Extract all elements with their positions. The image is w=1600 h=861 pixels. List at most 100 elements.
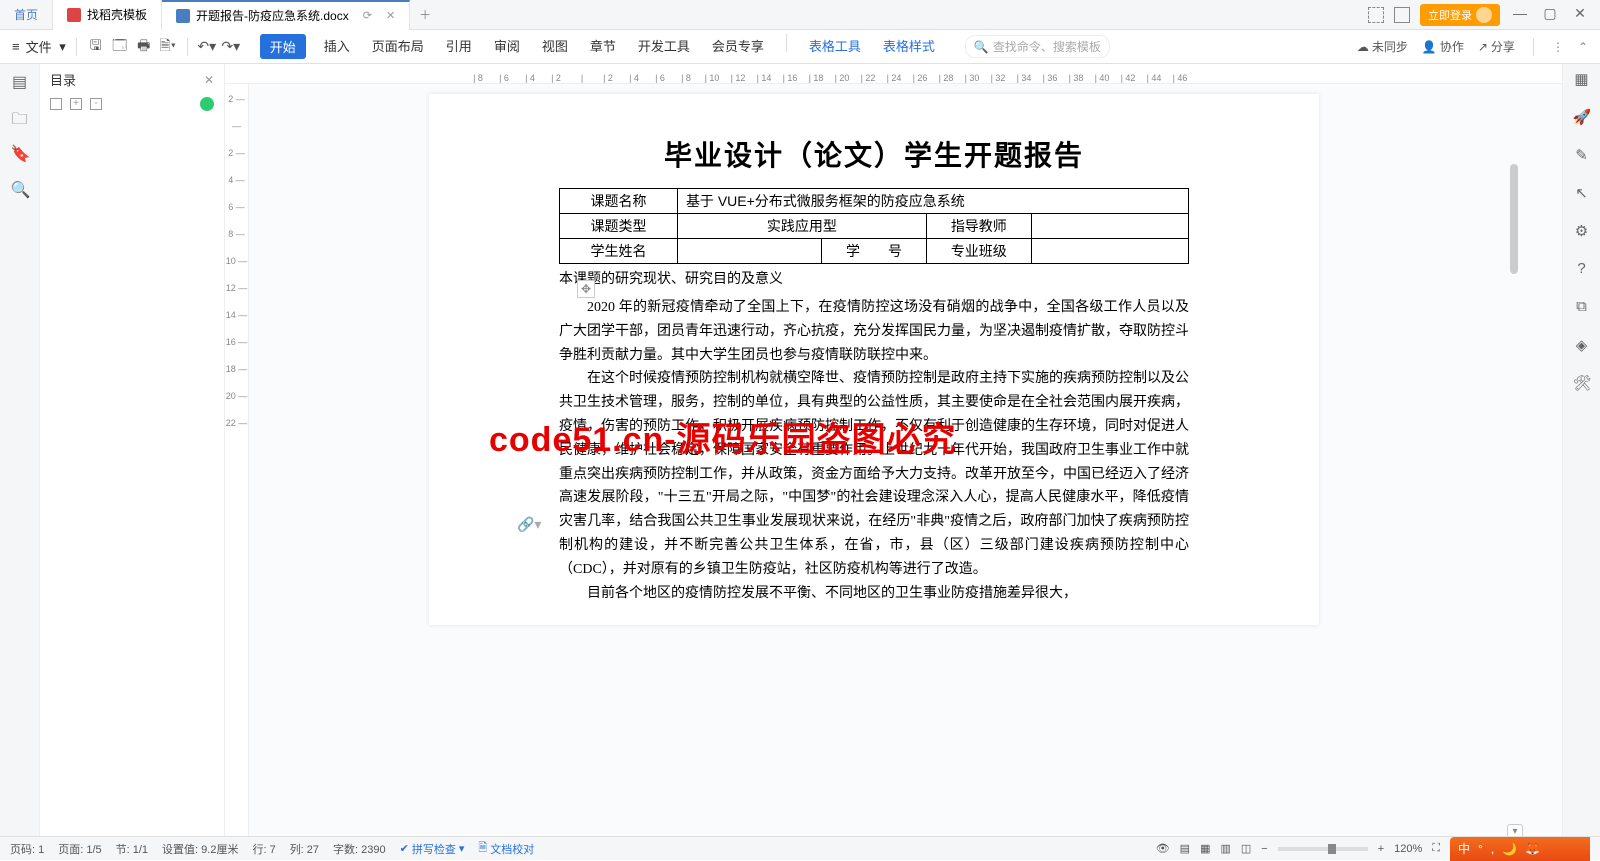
rocket-icon[interactable]: 🚀 bbox=[1573, 108, 1591, 126]
status-page-no[interactable]: 页码: 1 bbox=[10, 841, 44, 857]
cursor-icon[interactable]: ↖ bbox=[1573, 184, 1591, 202]
menu-devtools[interactable]: 开发工具 bbox=[634, 34, 694, 59]
doc-title: 毕业设计（论文）学生开题报告 bbox=[559, 134, 1189, 174]
close-icon[interactable]: ✕ bbox=[386, 9, 395, 22]
cell[interactable]: 实践应用型 bbox=[677, 214, 926, 239]
status-proofread[interactable]: 🗎 文档校对 bbox=[478, 839, 534, 858]
ime-toolbar[interactable]: 中 °, 🌙 🦊 bbox=[1450, 837, 1590, 861]
scroll-down-icon[interactable]: ▾ bbox=[1507, 824, 1523, 836]
ime-moon-icon: 🌙 bbox=[1502, 842, 1517, 856]
cell[interactable]: 学生姓名 bbox=[560, 239, 678, 264]
horizontal-ruler[interactable]: | 8| 6| 4| 2| | 2| 4| 6| 8| 10| 12| 14| … bbox=[225, 64, 1562, 84]
status-row[interactable]: 行: 7 bbox=[252, 841, 275, 857]
close-window-icon[interactable]: ✕ bbox=[1570, 5, 1590, 25]
tool-icon[interactable]: 🛠 bbox=[1573, 374, 1591, 392]
cell[interactable]: 基于 VUE+分布式微服务框架的防疫应急系统 bbox=[677, 189, 1188, 214]
view-mode-read-icon[interactable]: ▤ bbox=[1180, 842, 1190, 855]
maximize-icon[interactable]: ▢ bbox=[1540, 5, 1560, 25]
zoom-out-icon[interactable]: − bbox=[1261, 843, 1267, 855]
cell[interactable] bbox=[1031, 214, 1188, 239]
cell[interactable]: 指导教师 bbox=[926, 214, 1031, 239]
tab-active-document[interactable]: 开题报告-防疫应急系统.docx ⟳ ✕ bbox=[162, 0, 410, 30]
settings-icon[interactable]: ⚙ bbox=[1573, 222, 1591, 240]
view-mode-web-icon[interactable]: ▦ bbox=[1200, 842, 1210, 855]
template-icon[interactable]: ⧉ bbox=[1573, 298, 1591, 316]
search-icon: 🔍 bbox=[974, 40, 989, 54]
fullscreen-icon[interactable]: ⛶ bbox=[1432, 842, 1440, 855]
zoom-in-icon[interactable]: + bbox=[1378, 843, 1384, 855]
status-col[interactable]: 列: 27 bbox=[290, 841, 319, 857]
status-page[interactable]: 页面: 1/5 bbox=[58, 841, 101, 857]
file-menu[interactable]: 文件 ▾ bbox=[26, 37, 66, 56]
search-panel-icon[interactable]: 🔍 bbox=[11, 180, 29, 198]
status-spellcheck[interactable]: ✔ 拼写检查 ▾ bbox=[400, 841, 465, 857]
menu-table-style[interactable]: 表格样式 bbox=[879, 34, 939, 59]
toolbox-icon[interactable]: ▦ bbox=[1573, 70, 1591, 88]
redo-icon[interactable]: ↷▾ bbox=[222, 38, 240, 56]
command-search[interactable]: 🔍 查找命令、搜索模板 bbox=[965, 35, 1110, 58]
vertical-ruler[interactable]: 2 — —2 —4 —6 —8 —10 —12 —14 —16 —18 —20 … bbox=[225, 84, 249, 836]
status-position[interactable]: 设置值: 9.2厘米 bbox=[162, 841, 238, 857]
view-mode-outline-icon[interactable]: ▥ bbox=[1220, 842, 1230, 855]
outline-panel-icon[interactable]: ▤ bbox=[11, 72, 29, 90]
collaborate[interactable]: 👤协作 bbox=[1422, 38, 1464, 55]
undo-icon[interactable]: ↶▾ bbox=[198, 38, 216, 56]
outline-settings-icon[interactable] bbox=[200, 97, 214, 111]
close-outline-icon[interactable]: ✕ bbox=[204, 73, 214, 87]
cell[interactable]: 学 号 bbox=[822, 239, 927, 264]
zoom-slider[interactable] bbox=[1278, 847, 1368, 851]
status-words[interactable]: 字数: 2390 bbox=[333, 841, 386, 857]
share[interactable]: ↗分享 bbox=[1478, 38, 1515, 55]
save-icon[interactable]: 🖫 bbox=[87, 38, 105, 56]
outline-expand-icon[interactable]: + bbox=[70, 98, 82, 110]
ime-punct-icon: ° bbox=[1478, 842, 1483, 856]
attachment-icon[interactable]: 🔗▾ bbox=[517, 516, 541, 533]
zoom-value[interactable]: 120% bbox=[1394, 843, 1422, 855]
tab-template-store[interactable]: 找稻壳模板 bbox=[53, 0, 162, 30]
menu-vip[interactable]: 会员专享 bbox=[708, 34, 768, 59]
menu-references[interactable]: 引用 bbox=[442, 34, 476, 59]
folder-icon[interactable]: 🗀 bbox=[11, 108, 29, 126]
hamburger-icon[interactable]: ≡ bbox=[12, 39, 20, 54]
layout-icon[interactable] bbox=[1368, 7, 1384, 23]
menu-start[interactable]: 开始 bbox=[260, 34, 306, 59]
menu-section[interactable]: 章节 bbox=[586, 34, 620, 59]
view-mode-eye-icon[interactable]: 👁 bbox=[1156, 842, 1170, 855]
minimize-icon[interactable]: — bbox=[1510, 5, 1530, 25]
apps-icon[interactable] bbox=[1394, 7, 1410, 23]
menu-page-layout[interactable]: 页面布局 bbox=[368, 34, 428, 59]
more-menu-icon[interactable]: ⋮ bbox=[1552, 40, 1564, 54]
edit-icon[interactable]: ✎ bbox=[1573, 146, 1591, 164]
cell[interactable]: 课题类型 bbox=[560, 214, 678, 239]
cell[interactable]: 专业班级 bbox=[926, 239, 1031, 264]
cell[interactable] bbox=[1031, 239, 1188, 264]
menu-view[interactable]: 视图 bbox=[538, 34, 572, 59]
tab-add[interactable]: ＋ bbox=[410, 0, 440, 30]
status-section[interactable]: 节: 1/1 bbox=[116, 841, 148, 857]
help-icon[interactable]: ? bbox=[1573, 260, 1591, 278]
vertical-scrollbar[interactable]: ▾ bbox=[1510, 164, 1520, 836]
menu-review[interactable]: 审阅 bbox=[490, 34, 524, 59]
view-mode-print-icon[interactable]: ◫ bbox=[1241, 842, 1251, 855]
bookmark-icon[interactable]: 🔖 bbox=[11, 144, 29, 162]
meta-table[interactable]: 课题名称 基于 VUE+分布式微服务框架的防疫应急系统 课题类型 实践应用型 指… bbox=[559, 188, 1189, 264]
outline-collapse-icon[interactable]: - bbox=[90, 98, 102, 110]
outline-checkbox[interactable] bbox=[50, 98, 62, 110]
document-page[interactable]: ✥ 毕业设计（论文）学生开题报告 课题名称 基于 VUE+分布式微服务框架的防疫… bbox=[429, 94, 1319, 625]
collapse-ribbon-icon[interactable]: ⌃ bbox=[1578, 40, 1588, 54]
app-icon[interactable]: ◈ bbox=[1573, 336, 1591, 354]
preview-icon[interactable]: 🗎▾ bbox=[159, 38, 177, 56]
cell[interactable]: 课题名称 bbox=[560, 189, 678, 214]
tab-home[interactable]: 首页 bbox=[0, 0, 53, 30]
sync-status[interactable]: ☁未同步 bbox=[1357, 38, 1408, 55]
table-move-handle-icon[interactable]: ✥ bbox=[577, 280, 595, 298]
print-preview-icon[interactable]: 🗔 bbox=[111, 38, 129, 56]
login-button[interactable]: 立即登录 bbox=[1420, 4, 1500, 26]
paragraph: 目前各个地区的疫情防控发展不平衡、不同地区的卫生事业防疫措施差异很大， bbox=[559, 582, 1189, 606]
reload-icon[interactable]: ⟳ bbox=[363, 9, 372, 22]
scroll-thumb[interactable] bbox=[1510, 164, 1518, 274]
cell[interactable] bbox=[677, 239, 821, 264]
menu-insert[interactable]: 插入 bbox=[320, 34, 354, 59]
print-icon[interactable]: 🖶 bbox=[135, 38, 153, 56]
menu-table-tools[interactable]: 表格工具 bbox=[805, 34, 865, 59]
